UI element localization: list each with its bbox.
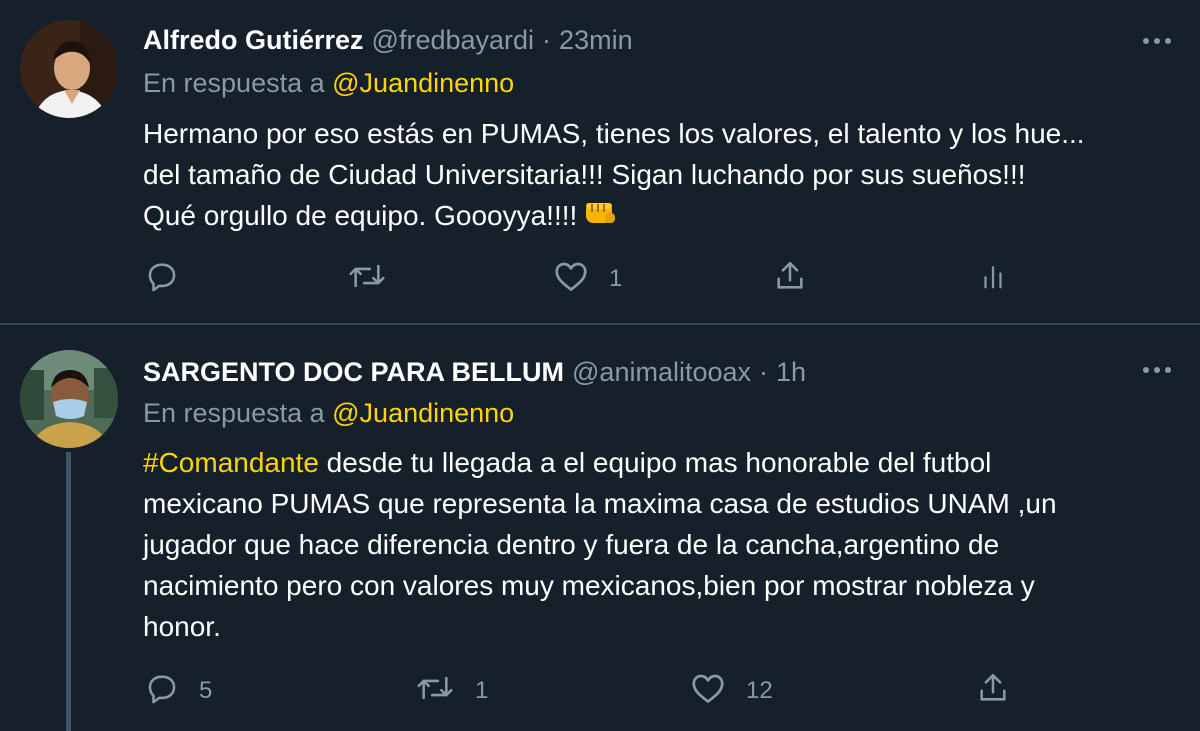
tweet-header: Alfredo Gutiérrez @fredbayardi · 23min [143,20,633,60]
tweet-text-line: del tamaño de Ciudad Universitaria!!! Si… [143,159,1026,190]
retweet-count: 1 [475,677,489,704]
reply-count: 5 [199,677,213,704]
avatar-photo [20,20,118,118]
tweet-text-line: honor. [143,611,221,642]
reply-prefix: En respuesta a [143,68,325,98]
tweet-text-line: jugador que hace diferencia dentro y fue… [143,529,1000,560]
tweet-text: Hermano por eso estás en PUMAS, tienes l… [143,113,1153,238]
avatar[interactable] [20,350,118,448]
analytics-icon [978,259,1008,300]
separator-dot: · [542,24,552,55]
reply-icon [145,259,179,300]
tweet-text: #Comandante desde tu llegada a el equipo… [143,442,1153,647]
analytics-button[interactable] [978,259,1008,299]
author-handle[interactable]: @animalitooax [572,357,751,388]
share-button[interactable] [772,259,808,299]
reply-context: En respuesta a @Juandinenno [143,68,514,99]
tweet-header: SARGENTO DOC PARA BELLUM @animalitooax ·… [143,352,806,392]
retweet-icon [415,671,455,712]
tweet-text-line: nacimiento pero con valores muy mexicano… [143,570,1035,601]
reply-mention-link[interactable]: @Juandinenno [332,398,514,428]
heart-icon [690,671,726,712]
author-name[interactable]: Alfredo Gutiérrez [143,25,364,56]
more-options-icon[interactable] [1140,353,1174,387]
share-icon [975,671,1011,712]
like-count: 1 [609,265,623,292]
heart-icon [553,259,589,300]
like-button[interactable]: 12 [690,671,773,711]
author-name[interactable]: SARGENTO DOC PARA BELLUM [143,357,564,388]
reply-icon [145,671,179,712]
separator-dot: · [759,356,769,387]
like-button[interactable]: 1 [553,259,622,299]
tweet-text-line-with-emoji: Qué orgullo de equipo. Goooyya!!!! [143,195,1153,238]
tweet-text-segment: desde tu llegada a el equipo mas honorab… [318,447,992,478]
reply-button[interactable] [145,259,179,299]
retweet-button[interactable] [347,259,387,299]
oncoming-fist-icon [583,197,617,238]
tweet[interactable]: Alfredo Gutiérrez @fredbayardi · 23min E… [0,0,1200,323]
share-button[interactable] [975,671,1011,711]
reply-button[interactable]: 5 [145,671,212,711]
hashtag-link[interactable]: #Comandante [143,447,319,478]
reply-mention-link[interactable]: @Juandinenno [332,68,514,98]
tweet-text-line: mexicano PUMAS que representa la maxima … [143,488,1057,519]
timestamp[interactable]: 1h [776,357,806,388]
tweet-feed: Alfredo Gutiérrez @fredbayardi · 23min E… [0,0,1200,731]
more-options-icon[interactable] [1140,24,1174,58]
share-icon [772,259,808,300]
reply-prefix: En respuesta a [143,398,325,428]
timestamp[interactable]: 23min [559,25,633,56]
avatar[interactable] [20,20,118,118]
reply-context: En respuesta a @Juandinenno [143,398,514,429]
retweet-icon [347,259,387,300]
author-handle[interactable]: @fredbayardi [372,25,535,56]
tweet-text-line: #Comandante desde tu llegada a el equipo… [143,442,1153,483]
thread-line [66,452,71,731]
like-count: 12 [746,677,773,704]
tweet-text-line: Hermano por eso estás en PUMAS, tienes l… [143,118,1085,149]
tweet-text-line: Qué orgullo de equipo. Goooyya!!!! [143,200,578,231]
retweet-button[interactable]: 1 [415,671,488,711]
tweet[interactable]: SARGENTO DOC PARA BELLUM @animalitooax ·… [0,325,1200,731]
avatar-photo [20,350,118,448]
